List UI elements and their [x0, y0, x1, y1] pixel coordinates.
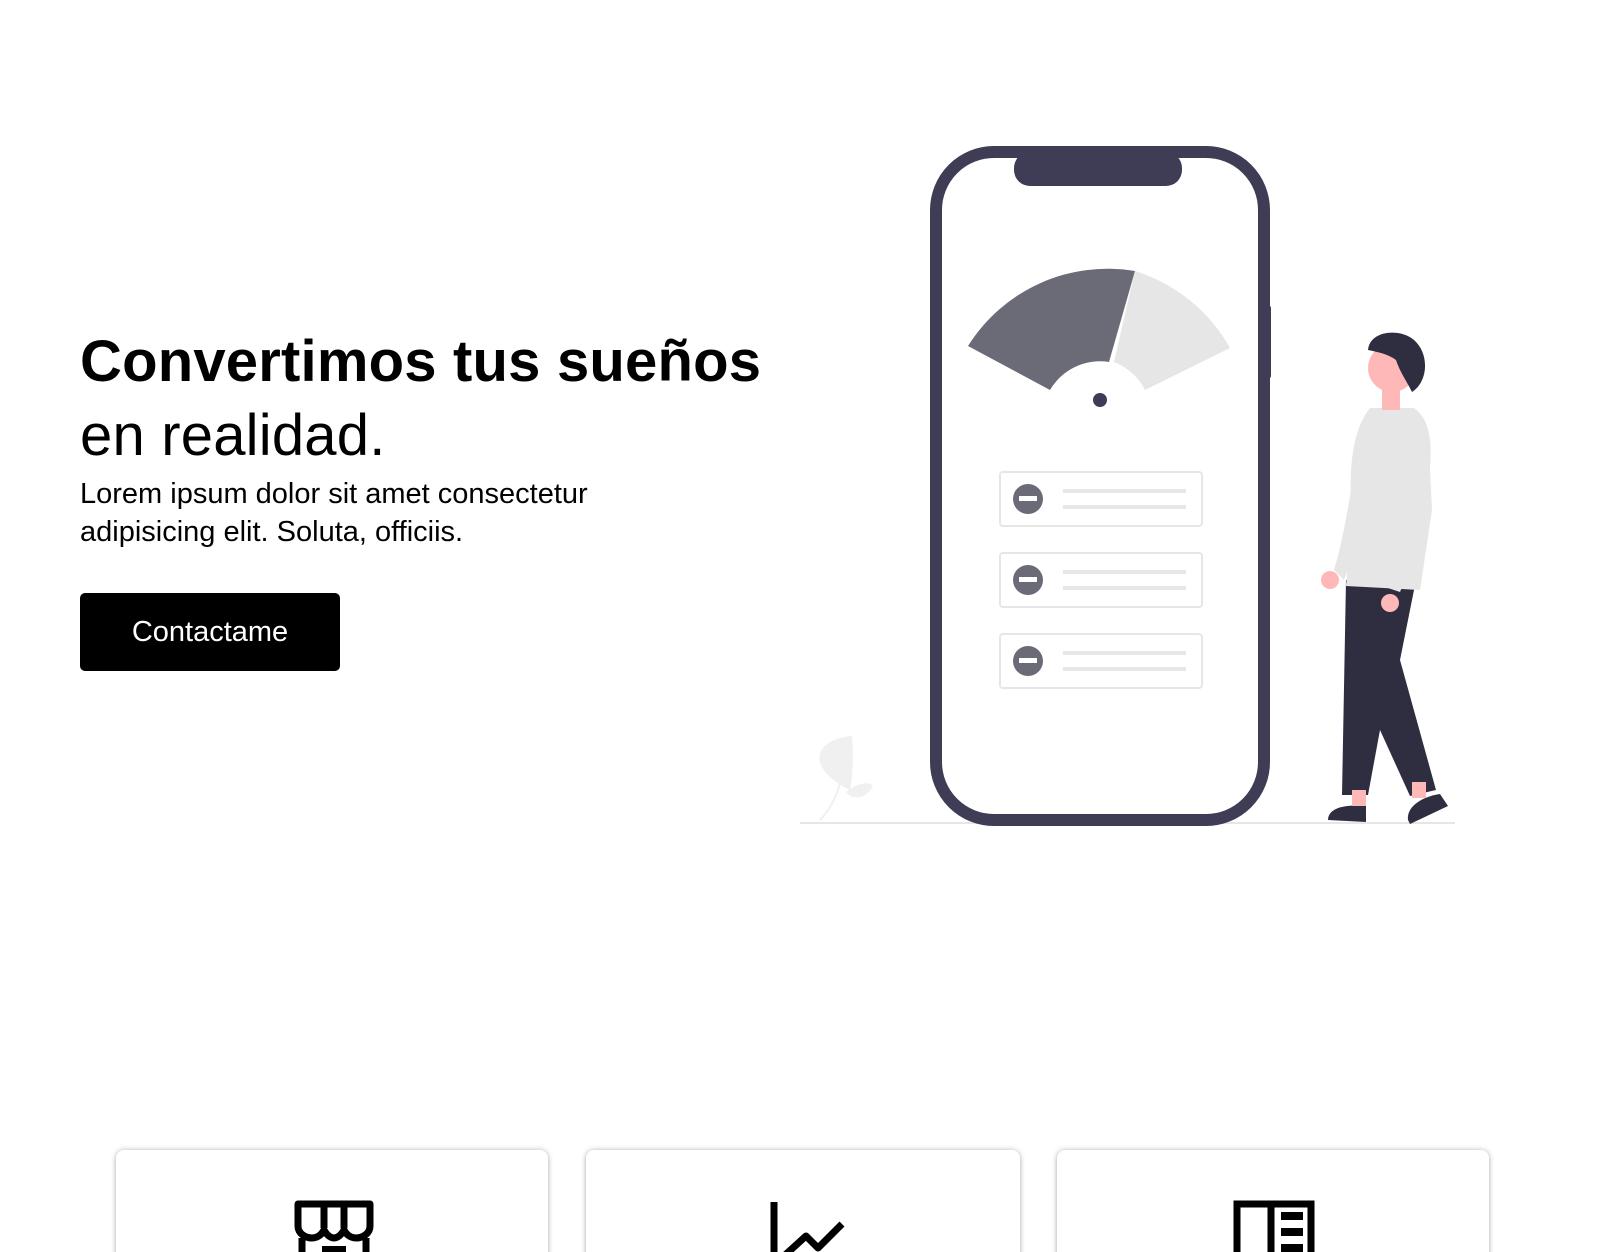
plant-icon [819, 735, 873, 821]
hero-illustration [794, 140, 1480, 845]
phone-person-illustration [794, 146, 1455, 826]
hero-title-bold: Convertimos tus sueños [80, 329, 762, 394]
page: Convertimos tus sueños en realidad. Lore… [0, 0, 1602, 1252]
service-card-3 [1057, 1150, 1489, 1252]
phone-icon [930, 146, 1271, 826]
hero-section: Convertimos tus sueños en realidad. Lore… [80, 325, 800, 671]
contact-button[interactable]: Contactame [80, 593, 340, 671]
hero-description: Lorem ipsum dolor sit amet consectetur a… [80, 478, 588, 548]
service-card-1 [116, 1150, 548, 1252]
services-section [0, 1150, 1602, 1252]
hero-title: Convertimos tus sueños en realidad. [80, 325, 800, 473]
storefront-icon [294, 1200, 374, 1252]
service-card-2 [586, 1150, 1020, 1252]
phone-list-item-1 [999, 471, 1203, 527]
gauge-needle-pivot [1093, 393, 1107, 407]
hero-title-regular: en realidad. [80, 403, 386, 468]
newspaper-icon [1233, 1200, 1315, 1252]
phone-list-item-3 [999, 633, 1203, 689]
phone-list-item-2 [999, 552, 1203, 608]
chart-line-icon [770, 1202, 845, 1252]
person-icon [1321, 332, 1448, 824]
